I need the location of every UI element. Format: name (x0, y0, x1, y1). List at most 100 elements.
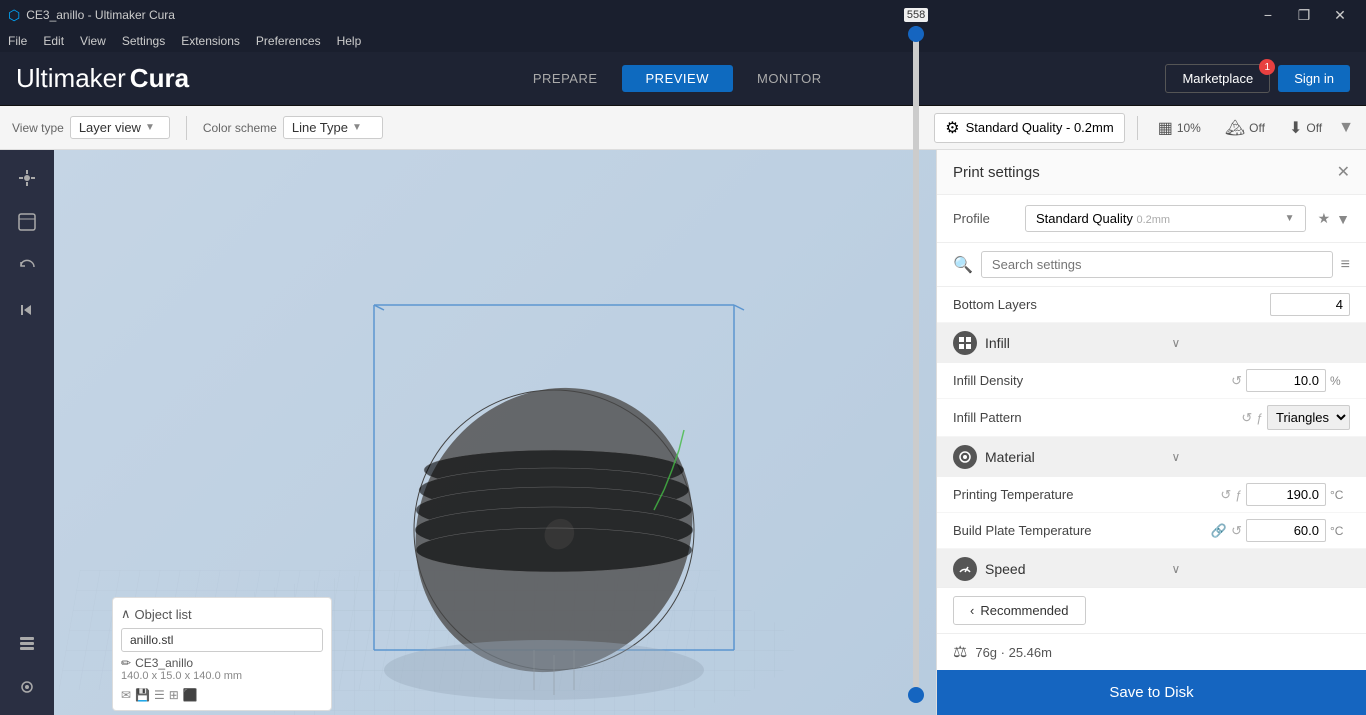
profile-star-button[interactable]: ★ (1318, 210, 1331, 227)
infill-density-reset[interactable]: ↺ (1231, 373, 1242, 389)
view-type-label: View type (12, 121, 64, 135)
save-icon[interactable]: 💾 (135, 688, 150, 702)
infill-pattern-select[interactable]: Triangles Grid Lines (1267, 405, 1350, 430)
left-sidebar (0, 150, 54, 715)
material-chevron: ∨ (1172, 450, 1351, 464)
marketplace-button[interactable]: Marketplace 1 (1165, 64, 1270, 93)
slider-thumb-bottom[interactable] (908, 687, 924, 703)
printing-temp-controls: ↺ ƒ 190.0 °C (1220, 483, 1350, 506)
profile-row: Profile Standard Quality 0.2mm ▼ ★ ▼ (937, 195, 1366, 243)
object-list-panel: ∧ Object list anillo.stl ✏ CE3_anillo 14… (112, 597, 332, 711)
infill-pattern-func[interactable]: ƒ (1256, 411, 1263, 425)
menu-extensions[interactable]: Extensions (181, 34, 240, 48)
adhesion-icon: ⬇ (1289, 118, 1302, 138)
menu-file[interactable]: File (8, 34, 27, 48)
menu-view[interactable]: View (80, 34, 106, 48)
weight-info: ⚖ 76g · 25.46m (937, 633, 1366, 670)
infill-density-row: Infill Density ↺ 10.0 % (937, 363, 1366, 399)
quality-button[interactable]: ⚙ Standard Quality - 0.2mm (934, 113, 1124, 143)
profile-more-button[interactable]: ▼ (1336, 210, 1350, 227)
minimize-button[interactable]: − (1250, 0, 1286, 30)
material-group-header[interactable]: Material ∨ (937, 437, 1366, 477)
printing-temp-value[interactable]: 190.0 (1246, 483, 1326, 506)
build-plate-temp-value[interactable]: 60.0 (1246, 519, 1326, 542)
adhesion-button[interactable]: ⬇ Off (1281, 114, 1330, 142)
menu-help[interactable]: Help (337, 34, 362, 48)
bottom-layers-row: Bottom Layers 4 (937, 287, 1366, 323)
speed-group-icon (953, 557, 977, 581)
build-plate-reset[interactable]: ↺ (1231, 523, 1242, 539)
material-group-label: Material (985, 449, 1164, 465)
infill-pattern-reset[interactable]: ↺ (1241, 410, 1252, 426)
menu-settings[interactable]: Settings (122, 34, 165, 48)
menu-preferences[interactable]: Preferences (256, 34, 321, 48)
marketplace-badge: 1 (1259, 59, 1275, 75)
support-button[interactable]: 🏔 Off (1217, 114, 1273, 142)
menu-edit[interactable]: Edit (43, 34, 64, 48)
scale-icon: ⚖ (953, 642, 967, 662)
undo-button[interactable] (7, 246, 47, 286)
adhesion-label: Off (1306, 121, 1322, 135)
share-icon[interactable]: ⊞ (169, 688, 179, 702)
email-icon[interactable]: ✉ (121, 688, 131, 702)
infill-chevron: ∨ (1172, 336, 1351, 350)
print-settings-title: Print settings (953, 164, 1040, 181)
infill-density-value[interactable]: 10.0 (1246, 369, 1326, 392)
nav-preview[interactable]: PREVIEW (622, 65, 733, 92)
move-tool[interactable] (7, 158, 47, 198)
filter-button[interactable]: ≡ (1341, 256, 1350, 274)
signin-button[interactable]: Sign in (1278, 65, 1350, 92)
layer-slider: 558 (906, 0, 926, 715)
search-icon: 🔍 (953, 255, 973, 275)
build-plate-temp-unit: °C (1330, 524, 1350, 538)
menubar: File Edit View Settings Extensions Prefe… (0, 30, 1366, 52)
infill-button[interactable]: ▦ 10% (1150, 114, 1209, 142)
object-list-title: Object list (135, 607, 192, 622)
printing-temp-reset[interactable]: ↺ (1220, 487, 1231, 503)
infill-pattern-label: Infill Pattern (953, 410, 1241, 425)
print-settings-close[interactable]: ✕ (1337, 162, 1350, 182)
view-type-select[interactable]: View type Layer view ▼ (12, 116, 170, 139)
layer-top-number: 558 (904, 8, 928, 22)
edit-icon: ✏ (121, 656, 131, 670)
viewport[interactable]: ∧ Object list anillo.stl ✏ CE3_anillo 14… (54, 150, 936, 715)
right-panel: Print settings ✕ Profile Standard Qualit… (936, 150, 1366, 715)
titlebar: ⬡ CE3_anillo - Ultimaker Cura − ❐ ✕ (0, 0, 1366, 30)
slider-thumb-top[interactable] (908, 26, 924, 42)
save-to-disk-button[interactable]: Save to Disk (937, 670, 1366, 715)
color-scheme-value: Line Type (292, 120, 348, 135)
profile-label: Profile (953, 211, 1013, 226)
infill-group-label: Infill (985, 335, 1164, 351)
nav-prepare[interactable]: PREPARE (509, 65, 622, 92)
print-settings-header: Print settings ✕ (937, 150, 1366, 195)
maximize-button[interactable]: ❐ (1286, 0, 1322, 30)
toolbar-row: View type Layer view ▼ Color scheme Line… (0, 106, 1366, 150)
skip-back-button[interactable] (7, 290, 47, 330)
color-scheme-chevron: ▼ (352, 122, 362, 133)
recommended-bar: ‹ Recommended (937, 587, 1366, 633)
close-button[interactable]: ✕ (1322, 0, 1358, 30)
recommended-button[interactable]: ‹ Recommended (953, 596, 1086, 625)
layers-icon[interactable]: ☰ (154, 688, 165, 702)
pin-tool[interactable] (7, 667, 47, 707)
infill-group-header[interactable]: Infill ∨ (937, 323, 1366, 363)
build-plate-link-btn[interactable]: 🔗 (1211, 523, 1227, 539)
object-item[interactable]: anillo.stl (121, 628, 323, 652)
object-list-chevron: ∧ (121, 606, 131, 622)
object-list-header[interactable]: ∧ Object list (121, 606, 323, 622)
speed-group-header[interactable]: Speed ∨ (937, 549, 1366, 587)
select-tool[interactable] (7, 202, 47, 242)
speed-group-label: Speed (985, 561, 1164, 577)
profile-select[interactable]: Standard Quality 0.2mm ▼ (1025, 205, 1306, 232)
color-scheme-select[interactable]: Color scheme Line Type ▼ (203, 116, 383, 139)
toolbar-more-chevron[interactable]: ▼ (1338, 119, 1354, 137)
slider-track[interactable] (913, 26, 919, 703)
bottom-layers-value[interactable]: 4 (1270, 293, 1350, 316)
delete-icon[interactable]: ⬛ (183, 688, 198, 702)
layers-tool[interactable] (7, 623, 47, 663)
search-input[interactable] (981, 251, 1333, 278)
window-title: CE3_anillo - Ultimaker Cura (26, 8, 175, 22)
build-plate-temp-label: Build Plate Temperature (953, 523, 1211, 538)
printing-temp-func[interactable]: ƒ (1235, 488, 1242, 502)
nav-monitor[interactable]: MONITOR (733, 65, 846, 92)
